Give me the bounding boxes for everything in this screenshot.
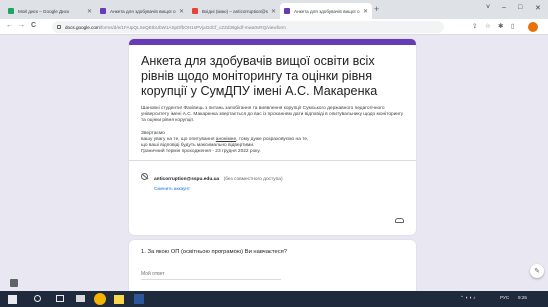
new-tab-button[interactable]: +: [374, 4, 379, 14]
task-view-icon[interactable]: [56, 295, 64, 302]
close-tab-icon[interactable]: ✕: [87, 8, 92, 15]
google-forms-icon: [100, 8, 106, 14]
report-icon[interactable]: [10, 279, 18, 287]
side-panel-icon[interactable]: ▯: [511, 22, 515, 30]
divider: [129, 160, 416, 162]
maximize-button[interactable]: □: [518, 4, 522, 11]
google-drive-icon: [8, 8, 14, 14]
switch-account-link[interactable]: Сменить аккаунт: [154, 186, 404, 191]
address-bar[interactable]: docs.google.com /forms/d/e/1FAIpQLSeQEtb…: [52, 21, 444, 33]
form-viewport[interactable]: Анкета для здобувачів вищої освіти всіх …: [0, 35, 548, 291]
question-text: 1. За якою ОП (освітньою програмою) Ви н…: [141, 249, 287, 255]
minimize-button[interactable]: –: [502, 4, 506, 11]
browser-toolbar: ← → C docs.google.com /forms/d/e/1FAIpQL…: [0, 19, 548, 35]
bookmark-star-icon[interactable]: ☆: [485, 22, 491, 30]
extensions-icon[interactable]: ✱: [498, 22, 503, 30]
form-title: Анкета для здобувачів вищої освіти всіх …: [141, 54, 378, 98]
not-shared-icon: [141, 172, 148, 180]
reload-button[interactable]: C: [31, 22, 36, 29]
form-header-card: Анкета для здобувачів вищої освіти всіх …: [129, 39, 416, 235]
close-tab-icon[interactable]: ✕: [179, 8, 184, 15]
windows-icon[interactable]: [8, 295, 17, 304]
account-row: anticorruption@sspu.edu.ua (без совместн…: [141, 167, 404, 185]
system-tray-icons[interactable]: ⌃ ◖ ◗ ♪: [460, 295, 476, 301]
tab-form-1[interactable]: Анкета для здобувачів вищої о ✕: [96, 3, 188, 19]
tab-search-icon[interactable]: ˅: [486, 4, 490, 11]
back-button[interactable]: ←: [6, 22, 13, 29]
files-icon[interactable]: [114, 295, 124, 304]
lock-icon[interactable]: [57, 25, 61, 29]
tab-gmail[interactable]: Вхідні (маю) – anticorruption@sspu.edu.u…: [188, 3, 280, 19]
cloud-saved-icon: [395, 218, 404, 223]
close-tab-icon[interactable]: ✕: [271, 8, 276, 15]
language-indicator[interactable]: РУС: [500, 295, 509, 300]
answer-input[interactable]: Мой ответ: [141, 271, 281, 280]
close-tab-icon[interactable]: ✕: [363, 8, 368, 15]
google-forms-icon: [284, 8, 290, 14]
profile-avatar[interactable]: [528, 22, 538, 32]
question-card: 1. За якою ОП (освітньою програмою) Ви н…: [129, 240, 416, 291]
forward-button[interactable]: →: [18, 22, 25, 29]
windows-taskbar: ⌃ ◖ ◗ ♪ РУС 9:25: [0, 291, 548, 307]
file-explorer-icon[interactable]: [76, 295, 85, 302]
tab-google-drive[interactable]: Мой диск – Google Диск ✕: [4, 3, 96, 19]
clock[interactable]: 9:25: [518, 295, 527, 300]
gmail-icon: [192, 8, 198, 14]
tab-form-active[interactable]: Анкета для здобувачів вищої о ✕: [280, 3, 372, 19]
share-icon[interactable]: ⇪: [472, 22, 477, 30]
edit-pencil-icon[interactable]: ✎: [530, 264, 544, 278]
form-description: Шановні студенти! Фахівець з питань запо…: [141, 106, 404, 155]
close-window-button[interactable]: ✕: [535, 4, 541, 12]
chrome-icon[interactable]: [94, 293, 106, 305]
search-icon[interactable]: [34, 295, 41, 302]
tab-strip: Мой диск – Google Диск ✕ Анкета для здоб…: [0, 0, 548, 19]
word-icon[interactable]: [134, 294, 144, 304]
